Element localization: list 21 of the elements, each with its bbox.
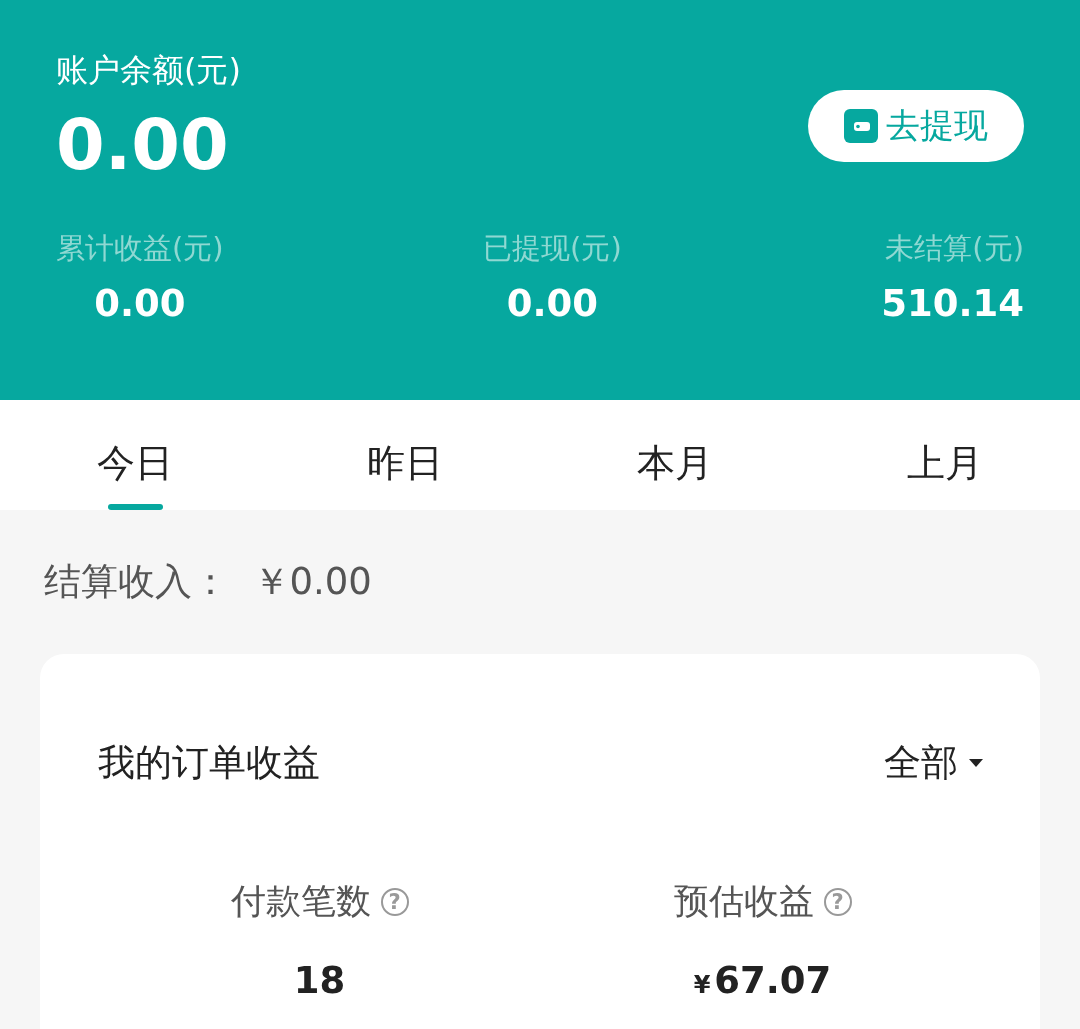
summary-label: 未结算(元): [884, 230, 1024, 267]
summary-value: 0.00: [93, 281, 187, 327]
settled-income: 结算收入： ￥0.00: [44, 559, 373, 605]
metric-label: 付款笔数: [230, 880, 371, 923]
wallet-icon: [844, 109, 878, 143]
filter-dropdown[interactable]: 全部: [884, 738, 984, 788]
period-tab[interactable]: 上月: [870, 400, 1020, 510]
metric-label: 预估收益: [673, 880, 814, 923]
summary-value: 510.14: [881, 281, 1024, 327]
period-tab[interactable]: 今日: [60, 400, 210, 510]
period-tab[interactable]: 昨日: [330, 400, 480, 510]
summary-label: 累计收益(元): [56, 230, 224, 267]
summary-label: 已提现(元): [483, 230, 622, 267]
balance-amount: 0.00: [56, 103, 230, 188]
card-title: 我的订单收益: [98, 740, 320, 786]
caret-icon: [968, 758, 984, 768]
period-tab[interactable]: 本月: [600, 400, 750, 510]
summary-value: 0.00: [505, 281, 600, 327]
metric-value: ¥67.07: [693, 959, 832, 1002]
balance-label: 账户余额(元): [56, 50, 241, 91]
metric-value: 18: [293, 959, 346, 1002]
